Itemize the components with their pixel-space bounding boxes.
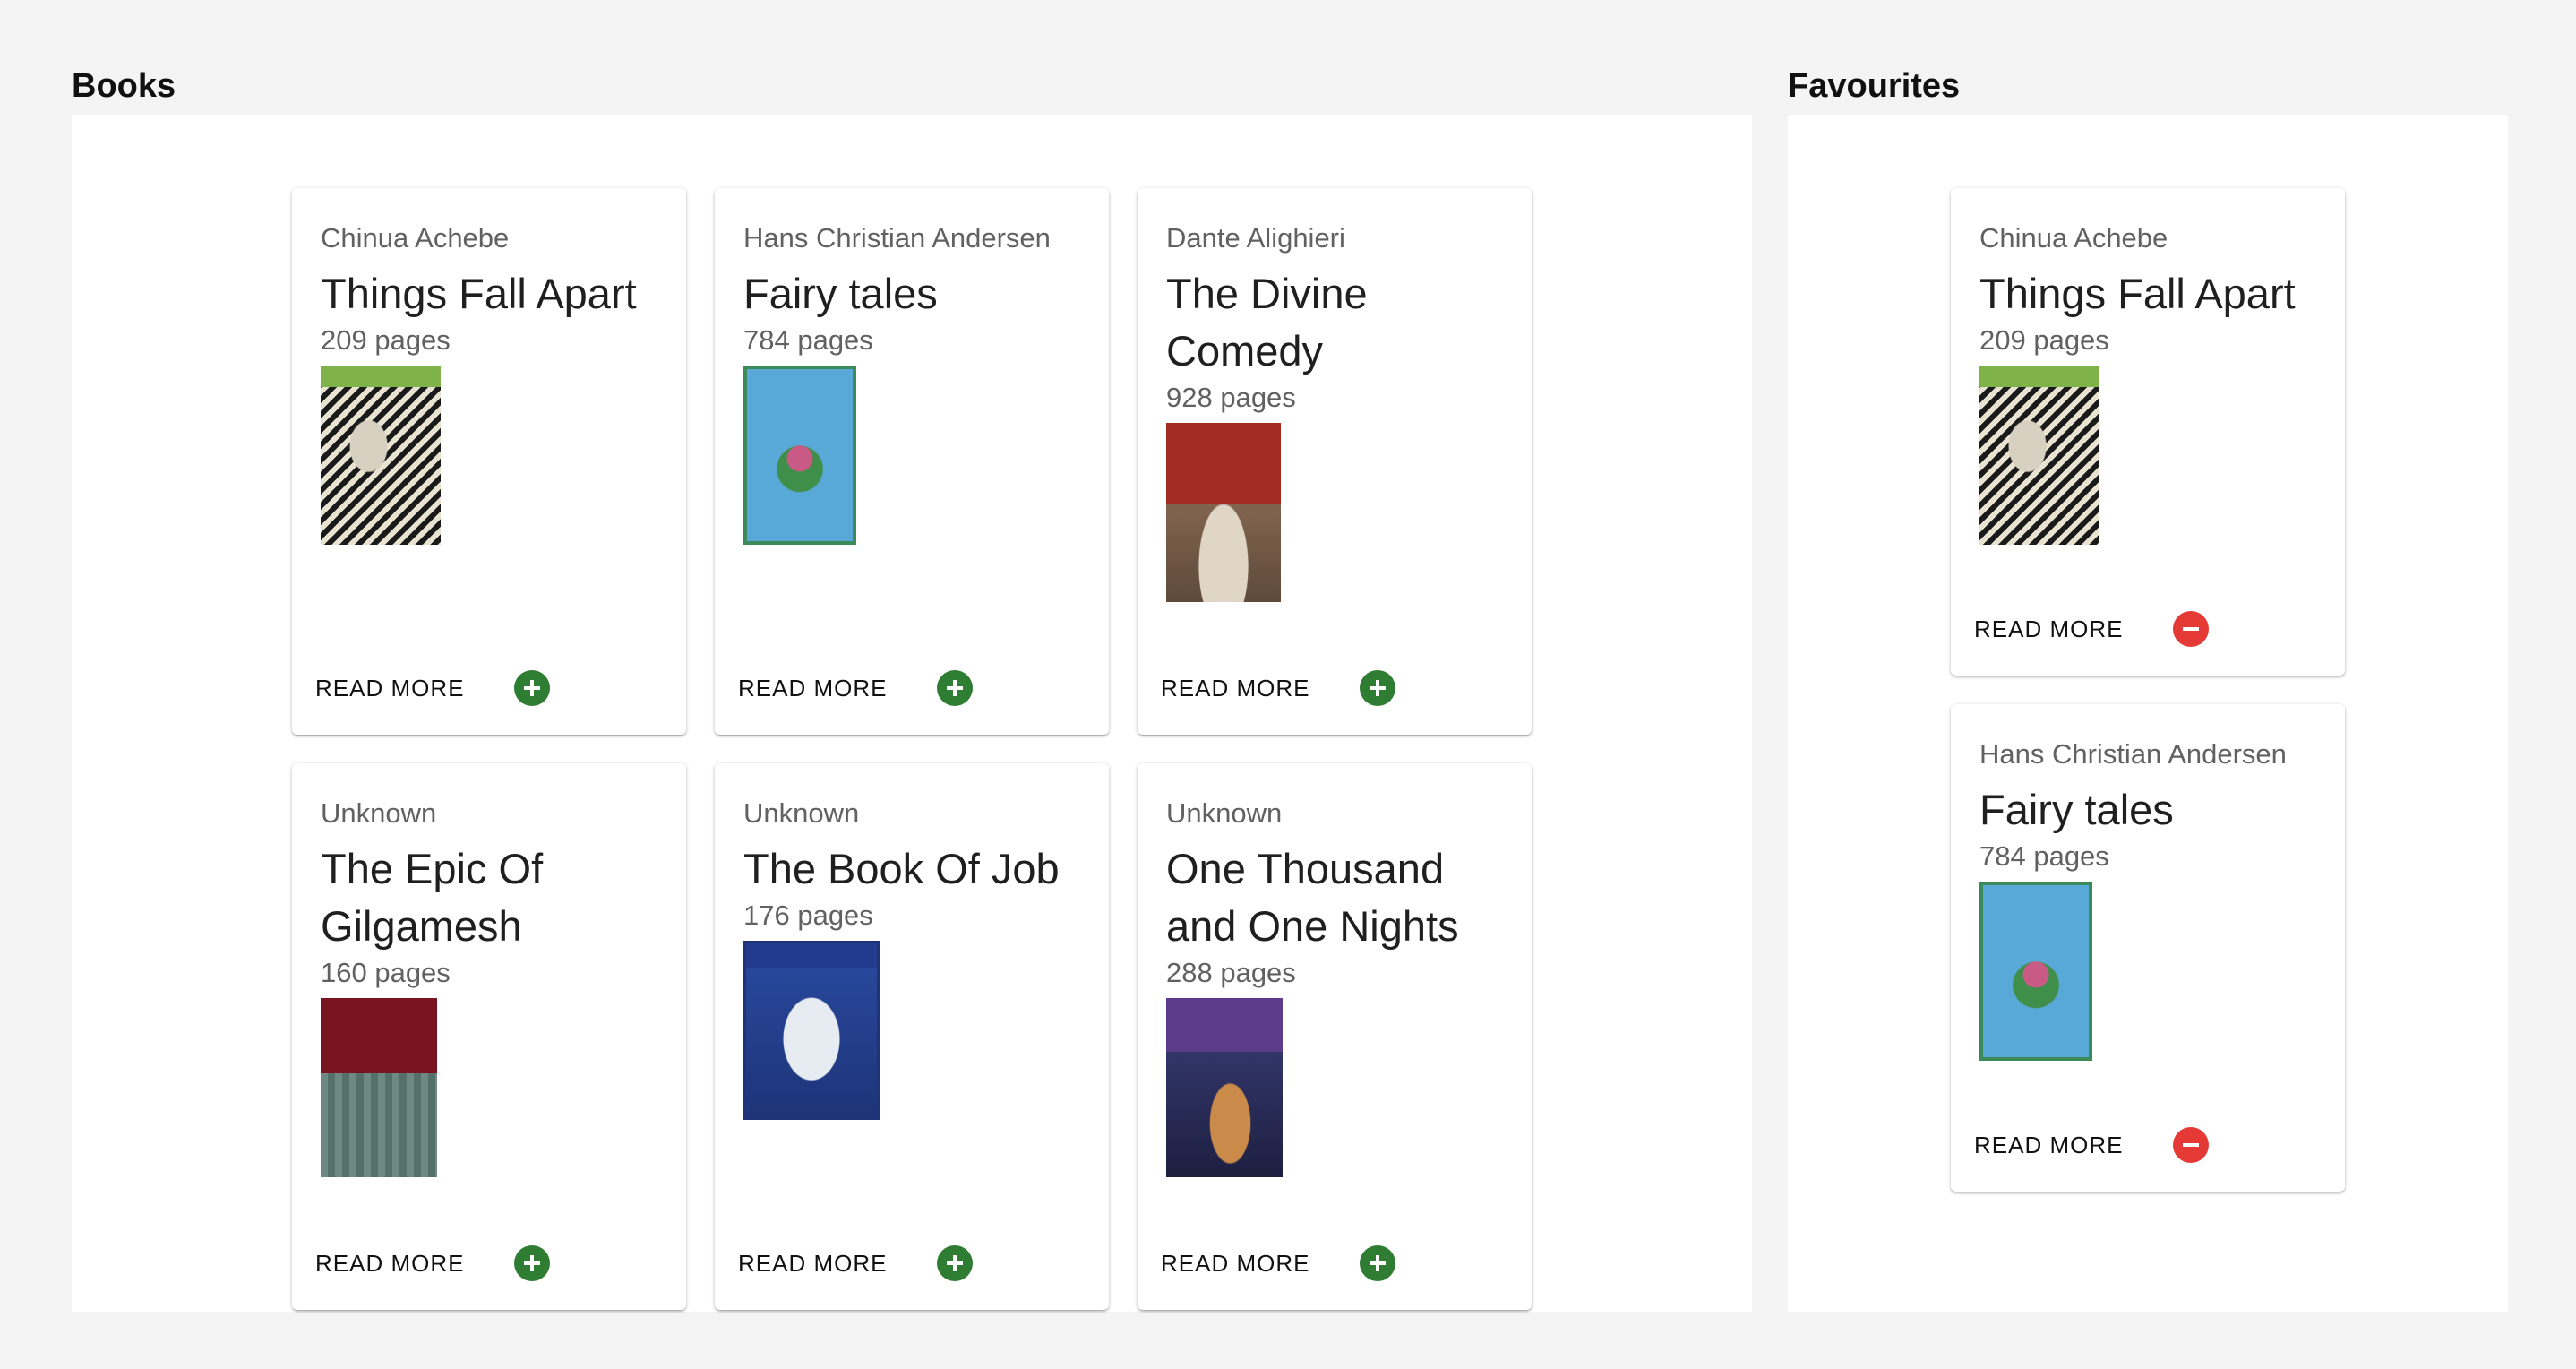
read-more-button[interactable]: READ MORE [1161,1245,1309,1281]
books-panel: Chinua Achebe Things Fall Apart 209 page… [72,115,1752,1312]
minus-circle-icon [2173,1127,2210,1163]
favourites-heading: Favourites [1788,67,1961,105]
minus-circle-icon [2173,611,2210,647]
card-actions: READ MORE [315,1245,551,1281]
plus-circle-icon [514,670,551,706]
card-actions: READ MORE [1161,670,1396,706]
book-pages: 928 pages [1166,382,1296,413]
favourites-panel: Chinua Achebe Things Fall Apart 209 page… [1788,115,2508,1312]
gilgamesh-cover-icon [321,998,437,1177]
favourite-card: Hans Christian Andersen Fairy tales 784 … [1951,704,2345,1192]
read-more-button[interactable]: READ MORE [1161,670,1309,706]
book-author: Unknown [1166,797,1283,829]
fairy-tales-cover-icon [1979,882,2092,1061]
book-pages: 784 pages [1979,840,2109,872]
read-more-button[interactable]: READ MORE [738,670,887,706]
read-more-button[interactable]: READ MORE [315,1245,464,1281]
book-title: Fairy tales [743,270,938,317]
remove-favourite-button[interactable] [2173,611,2210,647]
book-of-job-cover-icon [743,941,880,1120]
card-actions: READ MORE [738,1245,974,1281]
things-fall-apart-cover-icon [321,366,441,545]
books-grid: Chinua Achebe Things Fall Apart 209 page… [292,188,1532,1310]
plus-circle-icon [514,1245,551,1281]
remove-favourite-button[interactable] [2173,1127,2210,1163]
books-heading: Books [72,67,176,105]
read-more-button[interactable]: READ MORE [315,670,464,706]
divine-comedy-cover-icon [1166,423,1281,602]
book-author: Unknown [321,797,437,829]
book-title: The Divine Comedy [1166,270,1368,375]
book-pages: 209 pages [1979,324,2109,356]
plus-circle-icon [1360,1245,1396,1281]
book-title: The Book Of Job [743,845,1060,892]
favourites-list: Chinua Achebe Things Fall Apart 209 page… [1951,188,2345,1192]
book-author: Hans Christian Andersen [1979,738,2287,770]
book-card: Unknown The Epic Of Gilgamesh 160 pages … [292,763,686,1310]
book-card: Chinua Achebe Things Fall Apart 209 page… [292,188,686,735]
read-more-button[interactable]: READ MORE [1974,611,2123,647]
card-actions: READ MORE [315,670,551,706]
book-author: Dante Alighieri [1166,222,1345,254]
book-title: Fairy tales [1979,786,2174,833]
book-title: The Epic Of Gilgamesh [321,845,544,950]
book-card: Unknown The Book Of Job 176 pages READ M… [715,763,1109,1310]
things-fall-apart-cover-icon [1979,366,2099,545]
book-card: Unknown One Thousand and One Nights 288 … [1138,763,1532,1310]
read-more-button[interactable]: READ MORE [1974,1127,2123,1163]
add-favourite-button[interactable] [514,1245,551,1281]
plus-circle-icon [937,1245,974,1281]
book-card: Hans Christian Andersen Fairy tales 784 … [715,188,1109,735]
card-actions: READ MORE [1974,1127,2210,1163]
add-favourite-button[interactable] [937,1245,974,1281]
book-pages: 176 pages [743,900,873,931]
card-actions: READ MORE [1161,1245,1396,1281]
plus-circle-icon [1360,670,1396,706]
book-card: Dante Alighieri The Divine Comedy 928 pa… [1138,188,1532,735]
add-favourite-button[interactable] [1360,670,1396,706]
card-actions: READ MORE [738,670,974,706]
read-more-button[interactable]: READ MORE [738,1245,887,1281]
fairy-tales-cover-icon [743,366,856,545]
book-pages: 209 pages [321,324,451,356]
book-pages: 160 pages [321,957,451,988]
add-favourite-button[interactable] [514,670,551,706]
book-title: Things Fall Apart [1979,270,2296,317]
book-author: Chinua Achebe [1979,222,2168,254]
book-pages: 784 pages [743,324,873,356]
book-pages: 288 pages [1166,957,1296,988]
favourite-card: Chinua Achebe Things Fall Apart 209 page… [1951,188,2345,676]
book-author: Unknown [743,797,860,829]
add-favourite-button[interactable] [1360,1245,1396,1281]
card-actions: READ MORE [1974,611,2210,647]
add-favourite-button[interactable] [937,670,974,706]
plus-circle-icon [937,670,974,706]
book-author: Chinua Achebe [321,222,510,254]
book-title: Things Fall Apart [321,270,637,317]
arabian-nights-cover-icon [1166,998,1283,1177]
book-author: Hans Christian Andersen [743,222,1051,254]
book-title: One Thousand and One Nights [1166,845,1459,950]
